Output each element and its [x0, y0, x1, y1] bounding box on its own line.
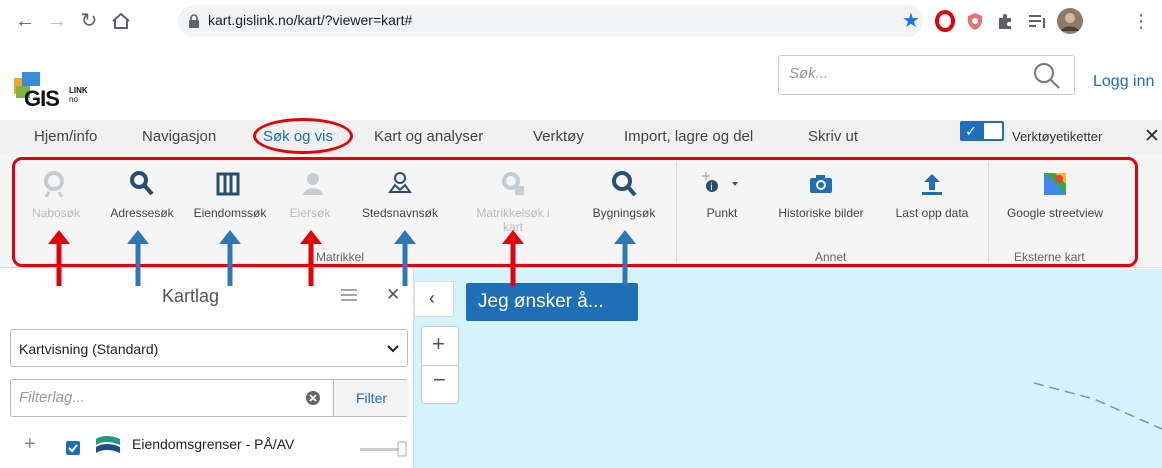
shield-extension-icon[interactable] — [964, 10, 986, 32]
tab-import-lagre-del[interactable]: Import, lagre og del — [624, 128, 753, 145]
search-icon[interactable] — [1033, 62, 1061, 90]
back-arrow-icon[interactable]: ← — [14, 10, 36, 32]
reading-list-icon[interactable] — [1026, 10, 1048, 32]
forward-arrow-icon[interactable]: → — [46, 10, 68, 32]
filter-input[interactable] — [19, 389, 279, 406]
url-text: kart.gislink.no/kart/?viewer=kart# — [208, 12, 413, 28]
opacity-slider[interactable] — [360, 441, 408, 457]
browser-toolbar: ← → ↻ kart.gislink.no/kart/?viewer=kart#… — [0, 0, 1162, 44]
tab-hjem-info[interactable]: Hjem/info — [34, 128, 97, 145]
tab-verktoy[interactable]: Verktøy — [533, 128, 584, 145]
zoom-in-button[interactable]: + — [432, 331, 445, 357]
search-box[interactable] — [778, 55, 1075, 95]
blue-arrow — [219, 230, 241, 286]
red-arrow — [48, 230, 70, 286]
app-header: GIS LINK no — [0, 44, 1162, 122]
annotation-circle — [253, 118, 353, 154]
boundary-line — [1034, 382, 1162, 430]
filter-button[interactable]: Filter — [333, 380, 409, 416]
logo-sup-top: LINK — [69, 86, 88, 95]
layer-name: Eiendomsgrenser - PÅ/AV — [132, 436, 295, 452]
zoom-out-button[interactable]: − — [433, 367, 446, 393]
profile-avatar-icon[interactable] — [1056, 7, 1084, 35]
reload-icon[interactable]: ↻ — [78, 10, 100, 32]
basemap-select[interactable]: Kartvisning (Standard) — [10, 329, 408, 367]
toolbar-labels-toggle-label: Verktøyetiketter — [1012, 129, 1103, 144]
zoom-control: + − — [421, 326, 459, 404]
layers-panel: Kartlag ✕ Kartvisning (Standard) Filter … — [0, 269, 414, 468]
close-ribbon-icon[interactable]: ✕ — [1144, 125, 1160, 148]
clear-filter-icon[interactable] — [305, 390, 321, 406]
tab-skriv-ut[interactable]: Skriv ut — [808, 128, 858, 145]
red-arrow — [300, 230, 322, 286]
chevron-down-icon — [387, 345, 399, 353]
blue-arrow — [127, 230, 149, 286]
expand-layer-icon[interactable]: + — [24, 433, 36, 456]
search-input[interactable] — [789, 65, 1019, 82]
logo-sup-bottom: no — [69, 95, 78, 104]
blue-arrow — [394, 230, 416, 286]
logo-text: GIS — [24, 86, 60, 111]
tab-navigasjon[interactable]: Navigasjon — [142, 128, 216, 145]
login-link[interactable]: Logg inn — [1093, 73, 1154, 91]
puzzle-extensions-icon[interactable] — [994, 10, 1016, 32]
menu-lines-icon[interactable] — [340, 288, 358, 304]
tab-kart-og-analyser[interactable]: Kart og analyser — [374, 128, 483, 145]
gislink-logo[interactable]: GIS LINK no — [12, 70, 112, 111]
opera-extension-icon[interactable] — [934, 10, 956, 32]
address-bar[interactable]: kart.gislink.no/kart/?viewer=kart# — [178, 5, 923, 37]
red-arrow — [502, 230, 524, 286]
app-window: ← → ↻ kart.gislink.no/kart/?viewer=kart#… — [0, 0, 1162, 468]
filter-row: Filter — [10, 379, 409, 417]
chevron-left-icon: ‹ — [429, 288, 435, 308]
layer-checkbox[interactable] — [66, 441, 80, 455]
blue-arrow — [614, 230, 636, 286]
annotation-arrows — [48, 230, 636, 286]
bookmark-star-icon[interactable]: ★ — [902, 10, 924, 32]
basemap-selected-value: Kartvisning (Standard) — [19, 341, 159, 357]
browser-menu-icon[interactable]: ⋮ — [1130, 10, 1152, 32]
check-icon: ✓ — [960, 121, 982, 141]
lock-icon — [189, 14, 199, 28]
home-icon[interactable] — [110, 10, 132, 32]
toolbar-labels-toggle[interactable]: ✓ — [960, 121, 1004, 141]
layer-logo-icon — [96, 436, 120, 453]
